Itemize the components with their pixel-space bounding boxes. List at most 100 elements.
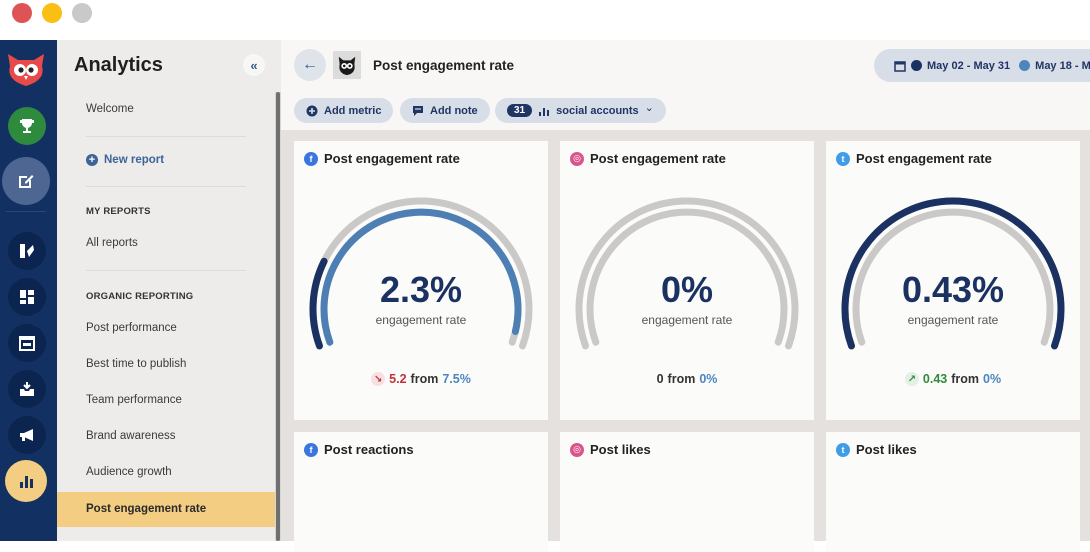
sidebar-scrollbar-thumb[interactable] xyxy=(276,92,280,541)
collapse-sidebar-button[interactable]: « xyxy=(243,54,265,76)
social-accounts-dropdown[interactable]: 31 social accounts ⌄ xyxy=(495,98,666,123)
main-content: ← Post engagement rate May 02 - May 31 M… xyxy=(281,40,1090,552)
card-title-text: Post engagement rate xyxy=(590,151,726,166)
rail-divider xyxy=(6,211,46,212)
engagement-value: 0% xyxy=(660,269,714,310)
streams-icon[interactable] xyxy=(8,232,46,270)
twitter-post-likes-card: t Post likes xyxy=(826,432,1080,552)
current-date-range: May 02 - May 31 xyxy=(927,59,1011,72)
date-range-selector[interactable]: May 02 - May 31 May 18 - Ma xyxy=(874,49,1090,82)
card-title: t Post engagement rate xyxy=(836,151,992,166)
comparison-date-range: May 18 - Ma xyxy=(1035,59,1090,72)
change-value: 5.2 xyxy=(389,372,407,386)
previous-value: 0% xyxy=(699,372,718,386)
facebook-icon: f xyxy=(304,151,318,166)
engagement-change: ↘ 5.2 from 7.5% xyxy=(294,372,548,386)
sidebar-item-all-reports[interactable]: All reports xyxy=(86,237,138,249)
trend-up-icon: ↗ xyxy=(904,372,919,386)
sidebar-item-post-performance[interactable]: Post performance xyxy=(86,322,177,334)
analytics-icon[interactable] xyxy=(5,460,47,502)
current-period-dot xyxy=(911,60,922,71)
facebook-icon: f xyxy=(304,442,318,457)
engagement-change: ↗ 0.43 from 0% xyxy=(826,372,1080,386)
chevron-down-icon: ⌄ xyxy=(644,102,654,114)
add-metric-label: Add metric xyxy=(324,104,382,117)
previous-value: 0% xyxy=(983,372,1002,386)
from-text: from xyxy=(410,372,439,386)
sidebar-item-welcome[interactable]: Welcome xyxy=(86,103,134,115)
dashboard-icon[interactable] xyxy=(8,278,46,316)
facebook-engagement-card: f Post engagement rate 2.3% engagement r… xyxy=(294,141,548,420)
card-title: ◎ Post likes xyxy=(570,442,651,457)
sidebar-item-best-time-to-publish[interactable]: Best time to publish xyxy=(86,358,186,370)
card-title: f Post reactions xyxy=(304,442,414,457)
engagement-label: engagement rate xyxy=(641,313,733,327)
add-note-label: Add note xyxy=(430,104,478,117)
minimize-window-button[interactable] xyxy=(42,3,62,23)
megaphone-icon[interactable] xyxy=(8,416,46,454)
engagement-value: 2.3% xyxy=(379,269,463,310)
maximize-window-button[interactable] xyxy=(72,3,92,23)
calendar-icon xyxy=(894,60,906,72)
active-item-label: Post engagement rate xyxy=(86,503,207,515)
my-reports-heading: MY REPORTS xyxy=(86,206,151,217)
instagram-icon: ◎ xyxy=(570,442,584,457)
report-toolbar: Add metric Add note 31 social accounts ⌄ xyxy=(281,92,1090,130)
report-header: ← Post engagement rate May 02 - May 31 M… xyxy=(281,40,1090,92)
compose-icon[interactable] xyxy=(2,157,50,205)
card-title: ◎ Post engagement rate xyxy=(570,151,726,166)
sidebar-title: Analytics xyxy=(74,54,163,76)
back-button[interactable]: ← xyxy=(294,49,326,81)
instagram-icon: ◎ xyxy=(570,151,584,166)
engagement-value: 0.43% xyxy=(901,269,1005,310)
app-nav-rail xyxy=(0,40,57,541)
add-note-button[interactable]: Add note xyxy=(400,98,490,123)
organic-reporting-heading: ORGANIC REPORTING xyxy=(86,291,194,302)
comparison-period-dot xyxy=(1019,60,1031,71)
note-icon xyxy=(413,105,423,116)
accounts-count-badge: 31 xyxy=(507,104,533,117)
sidebar-divider xyxy=(86,186,246,187)
from-text: from xyxy=(951,372,980,386)
twitter-icon: t xyxy=(836,151,850,166)
sidebar-item-post-engagement-rate[interactable]: Post engagement rate xyxy=(57,492,275,527)
card-title-text: Post likes xyxy=(590,442,651,457)
card-title-text: Post likes xyxy=(856,442,917,457)
sidebar-item-team-performance[interactable]: Team performance xyxy=(86,394,182,406)
trophy-icon[interactable] xyxy=(8,107,46,145)
trend-down-icon: ↘ xyxy=(371,372,386,386)
engagement-label: engagement rate xyxy=(907,313,999,327)
sidebar-item-audience-growth[interactable]: Audience growth xyxy=(86,466,172,478)
twitter-engagement-card: t Post engagement rate 0.43% engagement … xyxy=(826,141,1080,420)
sidebar-item-brand-awareness[interactable]: Brand awareness xyxy=(86,430,176,442)
analytics-sidebar: Analytics « Welcome + New report MY REPO… xyxy=(57,40,281,541)
bar-chart-icon xyxy=(539,107,550,116)
engagement-label: engagement rate xyxy=(375,313,467,327)
card-title: f Post engagement rate xyxy=(304,151,460,166)
plus-circle-icon xyxy=(306,105,318,116)
close-window-button[interactable] xyxy=(12,3,32,23)
add-metric-button[interactable]: Add metric xyxy=(294,98,394,123)
instagram-post-likes-card: ◎ Post likes xyxy=(560,432,814,552)
twitter-icon: t xyxy=(836,442,850,457)
engagement-change: 0 from 0% xyxy=(560,372,814,386)
instagram-engagement-card: ◎ Post engagement rate 0% engagement rat… xyxy=(560,141,814,420)
new-report-label: New report xyxy=(104,154,165,166)
window-titlebar xyxy=(0,0,1090,40)
card-title-text: Post engagement rate xyxy=(324,151,460,166)
previous-value: 7.5% xyxy=(442,372,471,386)
page-title: Post engagement rate xyxy=(373,58,515,73)
calendar-icon[interactable] xyxy=(8,324,46,362)
card-title: t Post likes xyxy=(836,442,917,457)
owl-avatar-icon xyxy=(333,51,361,79)
new-report-button[interactable]: + New report xyxy=(86,154,164,166)
social-accounts-label: social accounts xyxy=(556,104,639,117)
card-title-text: Post reactions xyxy=(324,442,414,457)
card-title-text: Post engagement rate xyxy=(856,151,992,166)
change-value: 0.43 xyxy=(922,372,948,386)
change-value: 0 xyxy=(656,372,664,386)
sidebar-divider xyxy=(86,270,246,271)
inbox-icon[interactable] xyxy=(8,370,46,408)
hootsuite-owl-logo[interactable] xyxy=(4,50,48,90)
sidebar-divider xyxy=(86,136,246,137)
